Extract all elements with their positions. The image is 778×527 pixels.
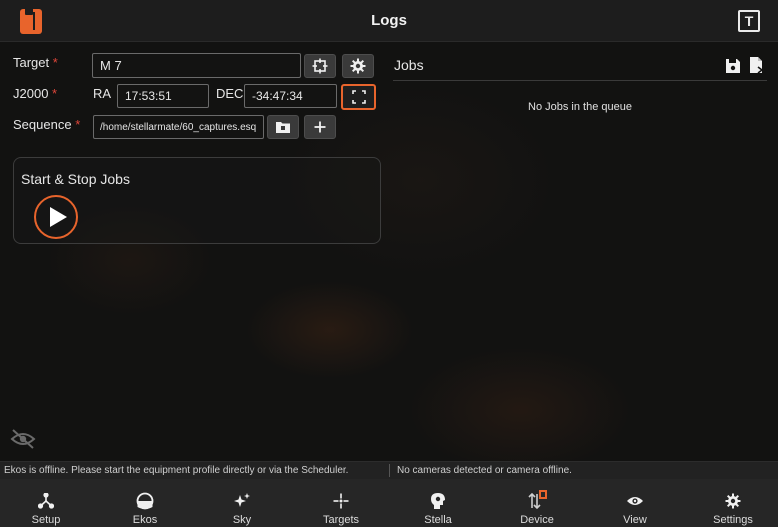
open-sequence-button[interactable] [267,115,299,139]
ra-label: RA [93,86,112,101]
jobs-title: Jobs [394,57,424,73]
page-title: Logs [371,12,407,29]
nav-label: Device [520,514,554,526]
export-file-icon[interactable] [750,57,764,74]
target-label: Target * [13,55,58,70]
folder-open-icon [276,122,290,133]
bottom-nav: Setup Ekos Sky Targets Stella Device Vie… [0,479,778,527]
nav-device[interactable]: Device [507,479,567,527]
camera-status-text: No cameras detected or camera offline. [397,465,572,476]
save-icon[interactable] [726,58,740,74]
setup-icon [35,490,57,512]
nav-label: Setup [31,514,61,526]
crosshair-frame-icon [312,58,328,74]
jobs-empty-message: No Jobs in the queue [528,101,632,113]
nav-label: Ekos [132,514,158,526]
nav-setup[interactable]: Setup [16,479,76,527]
ra-input[interactable]: 17:53:51 [117,84,209,108]
top-bar: Logs T [0,0,778,42]
nav-stella[interactable]: Stella [408,479,468,527]
card-title: Start & Stop Jobs [21,171,130,187]
nav-label: Targets [322,514,360,526]
nav-sky[interactable]: Sky [212,479,272,527]
stella-icon [427,490,449,512]
dec-label: DEC [216,86,244,101]
nav-settings[interactable]: Settings [703,479,763,527]
start-stop-jobs-card: Start & Stop Jobs [13,157,381,244]
play-button[interactable] [34,195,78,239]
nav-label: Settings [713,514,753,526]
expand-corners-icon [351,90,366,104]
plus-icon [314,121,326,133]
fov-expand-button[interactable] [341,84,376,110]
nav-view[interactable]: View [605,479,665,527]
status-bar: Ekos is offline. Please start the equipm… [0,461,778,479]
sky-icon [231,490,253,512]
ekos-icon [134,490,156,512]
eye-off-icon[interactable] [10,429,36,449]
nav-label: Sky [232,514,252,526]
search-target-button[interactable] [304,54,336,78]
nav-targets[interactable]: Targets [311,479,371,527]
target-input[interactable]: M 7 [92,53,301,78]
text-overlay-icon[interactable]: T [738,10,760,32]
device-icon [526,490,548,512]
gear-icon [350,58,366,74]
add-sequence-button[interactable] [304,115,336,139]
nav-label: Stella [424,514,452,526]
view-icon [624,490,646,512]
ekos-status-text: Ekos is offline. Please start the equipm… [4,465,349,476]
sequence-label: Sequence * [13,117,81,132]
nav-label: View [623,514,647,526]
jobs-divider [393,80,767,81]
dec-input[interactable]: -34:47:34 [244,84,337,108]
target-settings-button[interactable] [342,54,374,78]
settings-icon [722,490,744,512]
nav-ekos[interactable]: Ekos [115,479,175,527]
sequence-file-input[interactable]: /home/stellarmate/60_captures.esq [93,115,264,139]
text-overlay-letter: T [744,13,754,29]
status-divider [389,464,390,477]
targets-icon [330,490,352,512]
j2000-label: J2000 * [13,86,58,101]
